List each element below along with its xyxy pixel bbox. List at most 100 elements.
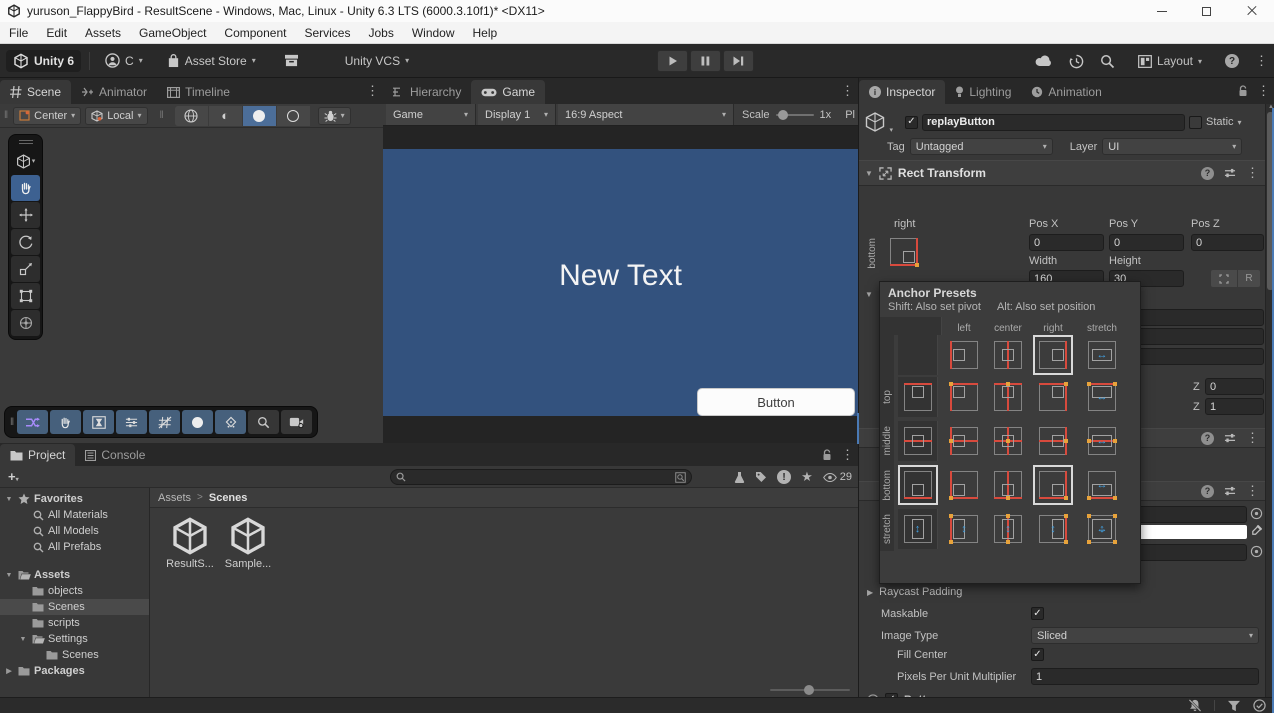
rotation-z-field[interactable]	[1205, 378, 1264, 395]
tab-hierarchy[interactable]: Hierarchy	[383, 80, 471, 104]
minimize-button[interactable]	[1139, 0, 1184, 22]
menu-assets[interactable]: Assets	[76, 22, 130, 44]
anchor-preset-stretch-stretch[interactable]: ↔ ↕	[1082, 509, 1122, 549]
anchor-preset-left-bottom[interactable]	[944, 465, 984, 505]
drag-handle-icon[interactable]: ‖	[4, 110, 9, 121]
chevron-down-icon[interactable]: ▾	[1238, 118, 1242, 127]
image-type-dropdown[interactable]: Sliced ▾	[1031, 627, 1259, 644]
maskable-checkbox[interactable]: ✓	[1031, 607, 1044, 620]
tab-timeline[interactable]: Timeline	[157, 80, 240, 104]
foldout-open-icon[interactable]: ▼	[865, 290, 873, 299]
tab-game[interactable]: Game	[471, 80, 546, 104]
menu-component[interactable]: Component	[215, 22, 295, 44]
presets-icon[interactable]	[1224, 433, 1236, 444]
foldout-open-icon[interactable]: ▼	[865, 169, 873, 178]
anchor-min-field-fragment[interactable]	[1129, 309, 1264, 326]
unity-version-chip[interactable]: Unity 6	[6, 49, 82, 72]
lock-icon[interactable]	[1238, 85, 1248, 97]
gameobject-cube-icon[interactable]: ▾	[863, 110, 893, 134]
project-search-field[interactable]	[390, 469, 692, 485]
scale-z-field[interactable]	[1205, 398, 1264, 415]
label-tag-icon[interactable]	[755, 471, 767, 483]
tree-item-settings[interactable]: ▼ Settings	[0, 631, 149, 647]
breadcrumb-current[interactable]: Scenes	[209, 492, 248, 504]
tree-item-all-prefabs[interactable]: All Prefabs	[0, 539, 149, 555]
asset-resultscene[interactable]: ResultS...	[164, 516, 216, 570]
kebab-menu-icon[interactable]: ⋮	[1246, 430, 1259, 446]
breadcrumb-root[interactable]: Assets	[158, 492, 191, 504]
tool-context-dropdown[interactable]: ▾	[11, 148, 40, 174]
levels-button[interactable]	[116, 410, 148, 434]
ppu-field[interactable]	[1031, 668, 1259, 685]
anchor-preset-center-middle[interactable]	[988, 421, 1028, 461]
play-focused-clipped[interactable]: Pl	[845, 109, 855, 121]
asset-store-dropdown[interactable]: Asset Store ▾	[160, 51, 263, 71]
create-asset-button[interactable]: +▾	[8, 469, 19, 484]
menu-window[interactable]: Window	[403, 22, 464, 44]
help-icon[interactable]: ?	[1201, 166, 1214, 180]
tree-item-scripts[interactable]: scripts	[0, 615, 149, 631]
raycast-padding-row[interactable]: ▶ Raycast Padding	[867, 586, 962, 598]
fill-center-checkbox[interactable]: ✓	[1031, 648, 1044, 661]
kebab-menu-icon[interactable]: ⋮	[841, 83, 854, 99]
anchor-preset-right-middle[interactable]	[1033, 421, 1073, 461]
eyedropper-icon[interactable]	[1250, 524, 1263, 537]
project-search-input[interactable]	[410, 470, 671, 484]
material-field-fragment[interactable]	[1129, 544, 1247, 561]
unity-vcs-dropdown[interactable]: Unity VCS ▾	[338, 51, 416, 71]
presets-icon[interactable]	[1224, 486, 1236, 497]
unlit-mode-button[interactable]	[276, 105, 310, 126]
time-scale-button[interactable]	[83, 410, 115, 434]
anchor-preset-h-stretch[interactable]: ↔	[1082, 335, 1122, 375]
presets-icon[interactable]	[1224, 168, 1236, 179]
tab-inspector[interactable]: i Inspector	[859, 80, 946, 104]
scene-search-button[interactable]	[248, 410, 280, 434]
anchor-preset-stretch-top[interactable]: ↔	[1082, 377, 1122, 417]
foldout-closed-icon[interactable]: ▶	[867, 588, 873, 597]
anchor-preset-right-top[interactable]	[1033, 377, 1073, 417]
tree-item-favorites[interactable]: ▼ Favorites	[0, 491, 149, 507]
display-dropdown[interactable]: Display 1 ▾	[478, 104, 556, 125]
tab-scene[interactable]: Scene	[0, 80, 72, 104]
object-picker-icon[interactable]	[1250, 507, 1263, 520]
kebab-menu-icon[interactable]: ⋮	[1246, 483, 1259, 499]
menu-file[interactable]: File	[0, 22, 37, 44]
search-filter-icon[interactable]	[675, 471, 686, 483]
static-checkbox[interactable]	[1189, 115, 1202, 129]
wireframe-sphere-button[interactable]	[174, 105, 208, 126]
active-checkbox[interactable]: ✓	[905, 115, 918, 129]
tab-lighting[interactable]: Lighting	[945, 80, 1021, 104]
kebab-menu-icon[interactable]: ⋮	[1257, 83, 1270, 99]
anchor-preset-stretch-middle[interactable]: ↔	[1082, 421, 1122, 461]
anchor-preset-center-top[interactable]	[988, 377, 1028, 417]
view-tool-button[interactable]	[50, 410, 82, 434]
project-content[interactable]: Assets > Scenes ResultS... Sample...	[150, 488, 858, 697]
layout-dropdown[interactable]: Layout ▾	[1131, 51, 1209, 71]
anchor-preset-v-top[interactable]	[898, 377, 938, 417]
drag-handle-icon[interactable]: ‖	[10, 417, 15, 428]
rotate-tool-button[interactable]	[11, 229, 40, 255]
alert-icon[interactable]: !	[777, 470, 792, 484]
rect-transform-header[interactable]: ▼ Rect Transform ? ⋮	[859, 160, 1265, 186]
play-button[interactable]	[657, 50, 688, 72]
transform-tool-button[interactable]	[11, 310, 40, 336]
layer-dropdown[interactable]: UI ▾	[1102, 138, 1243, 155]
foldout-open-icon[interactable]: ▼	[4, 572, 14, 579]
lighting-toggle-button[interactable]	[182, 410, 214, 434]
progress-ok-icon[interactable]	[1253, 699, 1266, 712]
menu-gameobject[interactable]: GameObject	[130, 22, 215, 44]
scale-tool-button[interactable]	[11, 256, 40, 282]
game-ui-button[interactable]: Button	[697, 388, 855, 416]
blueprint-mode-button[interactable]	[1211, 270, 1237, 287]
drag-handle-icon[interactable]: ‖	[160, 110, 165, 121]
anchor-preset-left-middle[interactable]	[944, 421, 984, 461]
close-button[interactable]	[1229, 0, 1274, 22]
help-icon[interactable]: ?	[1201, 431, 1214, 445]
maximize-button[interactable]	[1184, 0, 1229, 22]
pause-button[interactable]	[690, 50, 721, 72]
object-picker-icon[interactable]	[1250, 545, 1263, 558]
grid-visibility-button[interactable]	[149, 410, 181, 434]
pos-x-field[interactable]	[1029, 234, 1104, 251]
account-dropdown[interactable]: C ▾	[98, 50, 150, 71]
tab-animator[interactable]: Animator	[71, 80, 157, 104]
